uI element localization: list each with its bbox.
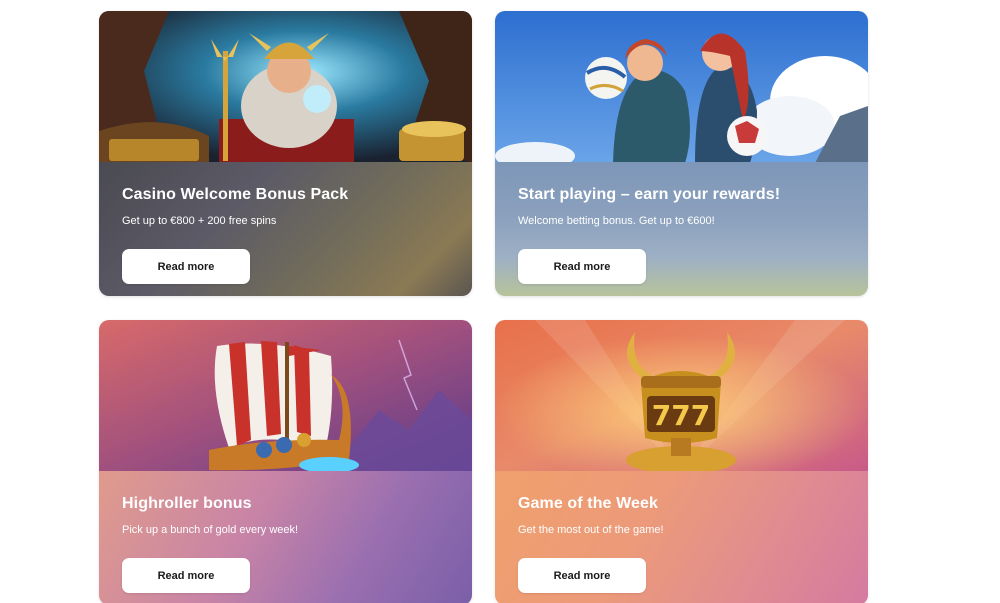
viking-ship-illustration <box>99 320 472 472</box>
promo-card-game-of-week[interactable]: 777 Game of the Week Get the most out of… <box>495 320 868 603</box>
promo-card-casino-welcome[interactable]: Casino Welcome Bonus Pack Get up to €800… <box>99 11 472 296</box>
read-more-button[interactable]: Read more <box>518 558 646 593</box>
promo-card-highroller[interactable]: Highroller bonus Pick up a bunch of gold… <box>99 320 472 603</box>
horned-777-helmet-illustration: 777 <box>495 320 868 472</box>
read-more-button[interactable]: Read more <box>122 558 250 593</box>
promo-title: Game of the Week <box>518 495 659 512</box>
promo-panel: Start playing – earn your rewards! Welco… <box>495 162 868 296</box>
promo-panel: Highroller bonus Pick up a bunch of gold… <box>99 471 472 603</box>
read-more-button[interactable]: Read more <box>518 249 646 284</box>
promo-subtitle: Get up to €800 + 200 free spins <box>122 215 277 227</box>
promo-card-betting-welcome[interactable]: Start playing – earn your rewards! Welco… <box>495 11 868 296</box>
promo-title: Start playing – earn your rewards! <box>518 186 781 203</box>
slot-777-text: 777 <box>652 399 710 432</box>
promo-panel: Casino Welcome Bonus Pack Get up to €800… <box>99 162 472 296</box>
promo-title: Casino Welcome Bonus Pack <box>122 186 349 203</box>
promo-panel: Game of the Week Get the most out of the… <box>495 471 868 603</box>
viking-king-cave-illustration <box>99 11 472 163</box>
promo-title: Highroller bonus <box>122 495 252 512</box>
read-more-button[interactable]: Read more <box>122 249 250 284</box>
promo-subtitle: Get the most out of the game! <box>518 524 664 536</box>
promo-subtitle: Welcome betting bonus. Get up to €600! <box>518 215 715 227</box>
promo-subtitle: Pick up a bunch of gold every week! <box>122 524 299 536</box>
two-athletes-with-balls-illustration <box>495 11 868 163</box>
promotions-grid: Casino Welcome Bonus Pack Get up to €800… <box>0 0 1000 603</box>
